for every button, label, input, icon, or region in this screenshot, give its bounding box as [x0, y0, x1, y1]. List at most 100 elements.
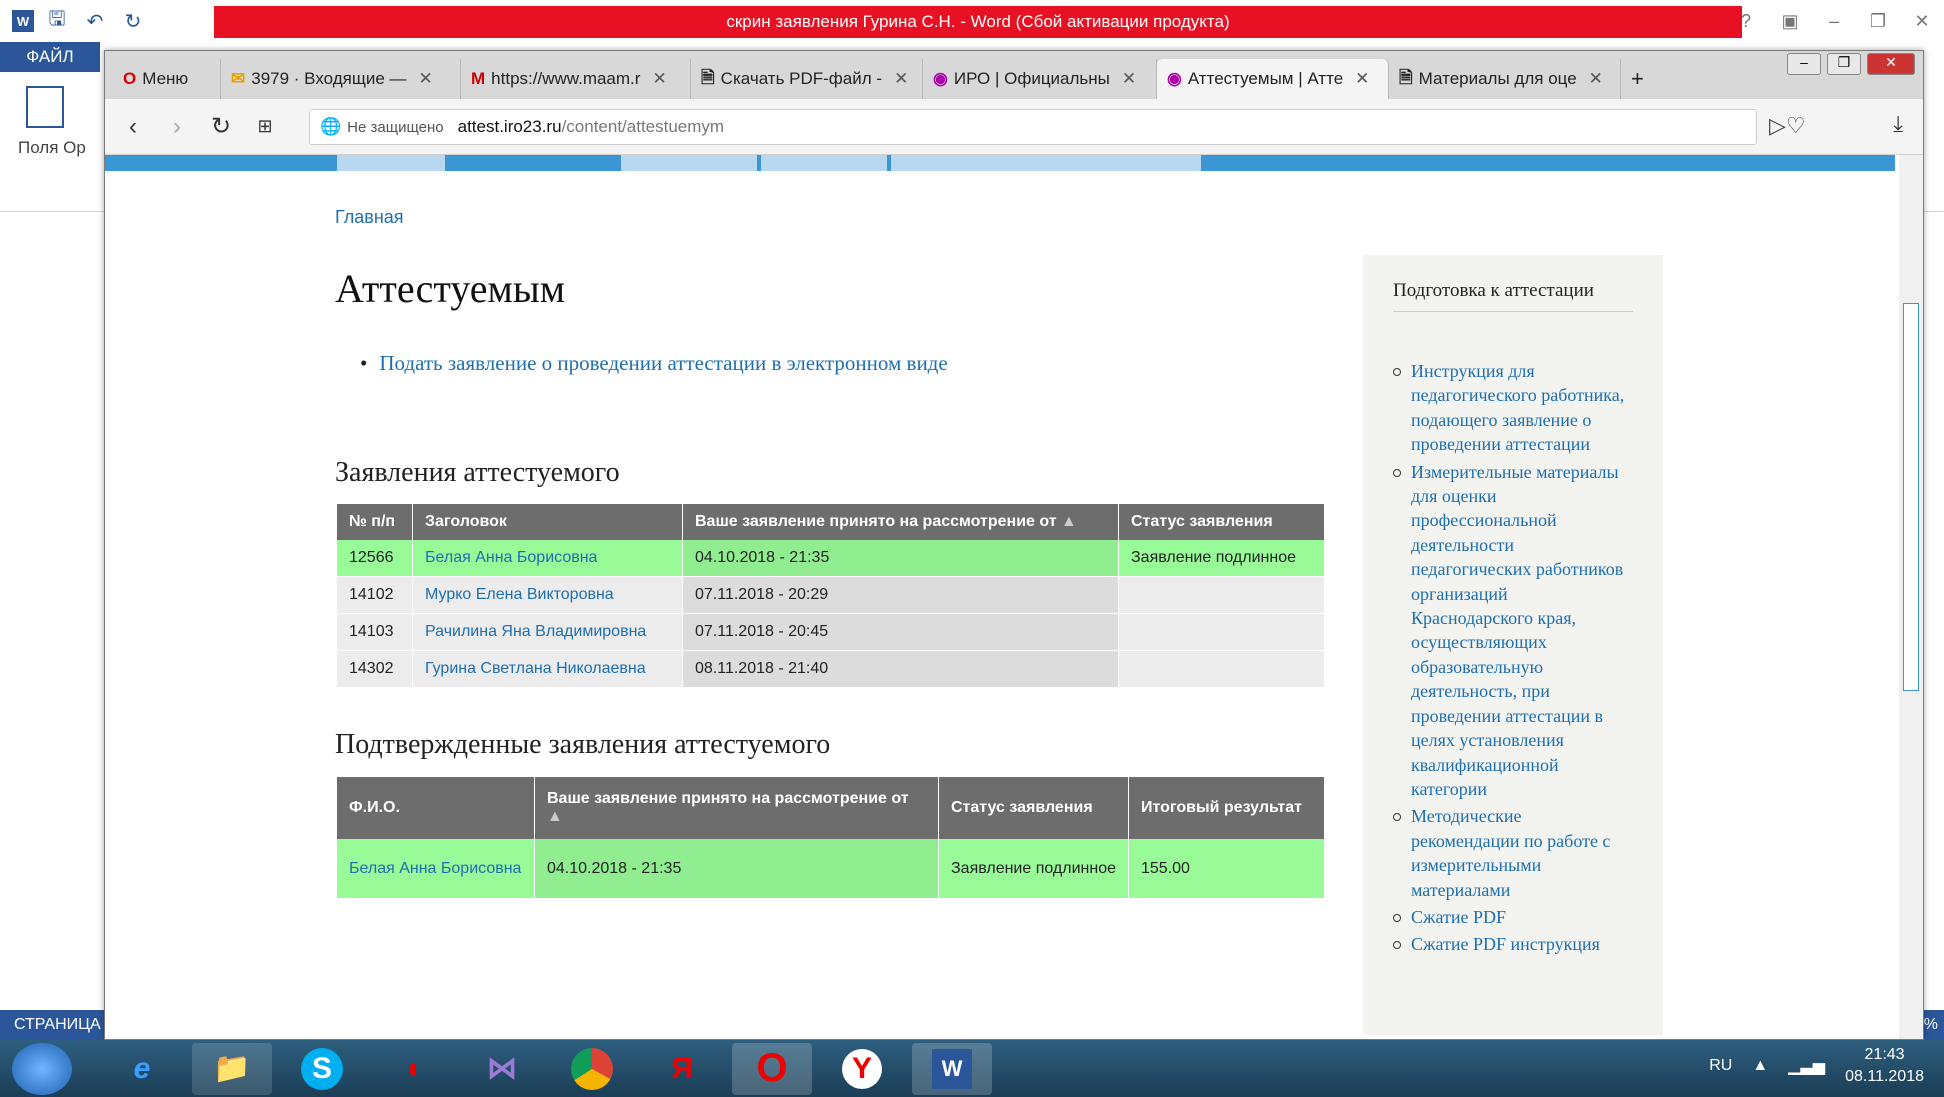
sidebar-link[interactable]: Сжатие PDF	[1393, 905, 1633, 929]
save-icon[interactable]: 🖫	[42, 6, 72, 36]
cell-result: 155.00	[1129, 839, 1325, 899]
tab-close-icon[interactable]: ✕	[1355, 69, 1369, 89]
speed-dial-icon[interactable]: ⊞	[243, 116, 287, 137]
sidebar-link[interactable]: Инструкция для педагогического работника…	[1393, 359, 1633, 457]
page-status[interactable]: СТРАНИЦА	[14, 1016, 101, 1034]
iro-icon: ◉	[1167, 69, 1182, 88]
tab-materials[interactable]: 🗎 Материалы для оце ✕	[1389, 59, 1621, 99]
sidebar-list: Инструкция для педагогического работника…	[1393, 359, 1633, 960]
tab-close-icon[interactable]: ✕	[652, 69, 666, 89]
col-header-title: Заголовок	[413, 504, 683, 540]
apply-link[interactable]: Подать заявление о проведении аттестации…	[360, 351, 947, 376]
forward-icon[interactable]: ›	[155, 113, 199, 141]
section-title-applications: Заявления аттестуемого	[335, 457, 620, 488]
applicant-link[interactable]: Гурина Светлана Николаевна	[425, 660, 646, 677]
minimize-icon[interactable]: –	[1812, 11, 1856, 32]
tab-mail[interactable]: ✉ 3979 · Входящие — ✕	[221, 59, 461, 99]
language-indicator[interactable]: RU	[1709, 1057, 1732, 1075]
word-icon[interactable]: W	[912, 1042, 992, 1095]
restore-icon[interactable]: ❐	[1856, 11, 1900, 32]
applicant-link[interactable]: Рачилина Яна Владимировна	[425, 623, 646, 640]
yandex-icon[interactable]: Я	[642, 1043, 722, 1095]
network-icon[interactable]: ▁▃▅	[1788, 1056, 1825, 1076]
cell-number: 12566	[337, 540, 413, 577]
fields-icon	[26, 86, 64, 128]
chrome-icon[interactable]	[552, 1043, 632, 1095]
new-tab-button[interactable]: +	[1621, 59, 1661, 99]
browser-window: O Меню ✉ 3979 · Входящие — ✕ Mhttps://www.m…	[104, 50, 1924, 1040]
tab-label: ИРО | Официальны	[953, 69, 1110, 88]
word-window-controls: ? ▣ – ❐ ✕	[1724, 0, 1944, 42]
tab-close-icon[interactable]: ✕	[894, 69, 908, 89]
url-input[interactable]: 🌐 Не защищено attest.iro23.ru/content/at…	[309, 109, 1757, 145]
url-path: /content/attestuemym	[561, 117, 725, 136]
ribbon-options-icon[interactable]: ▣	[1768, 11, 1812, 32]
tab-pdf[interactable]: 🗎 Скачать PDF-файл - ✕	[691, 59, 923, 99]
tab-bar: O Меню ✉ 3979 · Входящие — ✕ Mhttps://www.m…	[105, 51, 1923, 99]
download-icon[interactable]: ⤓	[1893, 111, 1903, 137]
back-icon[interactable]: ‹	[111, 113, 155, 141]
tab-menu[interactable]: O Меню	[113, 59, 221, 99]
ie-icon[interactable]: e	[102, 1043, 182, 1095]
url-host: attest.iro23.ru	[457, 117, 562, 136]
confirmed-table: Ф.И.О. Ваше заявление принято на рассмот…	[337, 777, 1325, 899]
page-scrollbar[interactable]	[1899, 155, 1923, 1039]
minimize-icon[interactable]: –	[1787, 53, 1821, 75]
reload-icon[interactable]: ↻	[199, 112, 243, 141]
explorer-icon[interactable]: 📁	[192, 1042, 272, 1095]
col-header-date[interactable]: Ваше заявление принято на рассмотрение о…	[535, 777, 939, 839]
undo-icon[interactable]: ↶	[80, 6, 110, 36]
tab-close-icon[interactable]: ✕	[419, 69, 433, 89]
word-titlebar: W 🖫 ↶ ↻ скрин заявления Гурина С.Н. - Wo…	[0, 0, 1944, 42]
orientation-label: Ор	[63, 138, 86, 157]
maam-icon: M	[471, 69, 486, 88]
applicant-link[interactable]: Белая Анна Борисовна	[349, 860, 521, 877]
cell-date: 04.10.2018 - 21:35	[535, 839, 939, 899]
taskbar: e 📁 S ◖ ⋈ Я O Y W RU ▲ ▁▃▅ 21:43 08.11.2…	[0, 1040, 1944, 1097]
cell-date: 07.11.2018 - 20:29	[683, 577, 1119, 614]
tab-iro[interactable]: ◉ ИРО | Официальны ✕	[923, 59, 1157, 99]
col-header-number: № п/п	[337, 504, 413, 540]
start-button[interactable]	[12, 1042, 72, 1095]
yandex-browser-icon[interactable]: Y	[822, 1043, 902, 1095]
cell-number: 14102	[337, 577, 413, 614]
applicant-link[interactable]: Белая Анна Борисовна	[425, 549, 597, 566]
bookmark-heart-icon[interactable]: ▷♡	[1769, 113, 1806, 139]
sidebar-title: Подготовка к аттестации	[1393, 279, 1633, 312]
tab-close-icon[interactable]: ✕	[1589, 69, 1603, 89]
close-icon[interactable]: ✕	[1867, 53, 1915, 75]
applicant-link[interactable]: Мурко Елена Викторовна	[425, 586, 614, 603]
doc-icon: 🗎	[1399, 67, 1413, 87]
tab-label: Аттестуемым | Атте	[1187, 69, 1344, 88]
file-tab[interactable]: ФАЙЛ	[0, 42, 100, 72]
opera-icon[interactable]: O	[732, 1042, 812, 1095]
help-icon[interactable]: ?	[1724, 11, 1768, 32]
cell-date: 04.10.2018 - 21:35	[683, 540, 1119, 577]
tab-maam[interactable]: Mhttps://www.maam.r ✕	[461, 59, 691, 99]
restore-icon[interactable]: ❐	[1827, 53, 1861, 75]
sidebar-link[interactable]: Измерительные материалы для оценки профе…	[1393, 460, 1633, 802]
table-row: Белая Анна Борисовна 04.10.2018 - 21:35 …	[337, 839, 1325, 899]
word-app-icon[interactable]: W	[12, 10, 34, 32]
globe-icon: 🌐	[320, 117, 342, 136]
tab-attest[interactable]: ◉ Аттестуемым | Атте ✕	[1157, 59, 1389, 99]
close-icon[interactable]: ✕	[1900, 11, 1944, 32]
tab-close-icon[interactable]: ✕	[1122, 69, 1136, 89]
sidebar-link[interactable]: Сжатие PDF инструкция	[1393, 932, 1633, 956]
tray-expand-icon[interactable]: ▲	[1752, 1057, 1768, 1075]
clock[interactable]: 21:43 08.11.2018	[1845, 1044, 1924, 1088]
fields-group[interactable]: Поля Ор	[18, 86, 86, 158]
col-header-date[interactable]: Ваше заявление принято на рассмотрение о…	[683, 504, 1119, 540]
scrollbar-thumb[interactable]	[1903, 303, 1919, 691]
breadcrumb[interactable]: Главная	[335, 207, 404, 228]
iro-icon: ◉	[933, 69, 948, 88]
zoom-status[interactable]: %	[1924, 1016, 1938, 1034]
skype-icon[interactable]: S	[282, 1043, 362, 1095]
app-red-icon[interactable]: ◖	[372, 1043, 452, 1095]
sidebar-link[interactable]: Методические рекомендации по работе с из…	[1393, 804, 1633, 902]
col-header-date-label: Ваше заявление принято на рассмотрение о…	[695, 513, 1057, 530]
opera-icon: O	[123, 69, 137, 88]
sort-asc-icon: ▲	[1056, 513, 1077, 530]
redo-icon[interactable]: ↻	[118, 6, 148, 36]
vs-icon[interactable]: ⋈	[462, 1043, 542, 1095]
